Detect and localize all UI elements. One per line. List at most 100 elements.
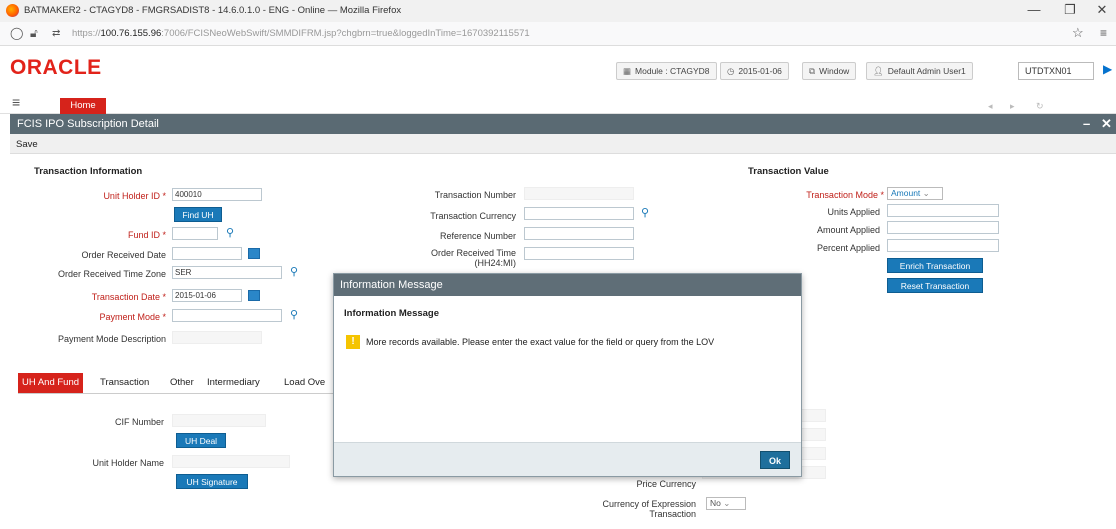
shield-icon[interactable]: ◯ bbox=[10, 26, 23, 40]
maximize-button[interactable]: ❐ bbox=[1058, 2, 1082, 18]
close-form-icon[interactable]: ✕ bbox=[1101, 116, 1112, 132]
user-button[interactable]: 👤︎ Default Admin User1 bbox=[866, 62, 973, 80]
order-received-tz-label: Order Received Time Zone bbox=[57, 269, 166, 279]
fund-id-input[interactable] bbox=[172, 227, 218, 240]
permissions-icon[interactable]: ⇄ bbox=[52, 28, 60, 39]
reference-number-label: Reference Number bbox=[439, 231, 516, 241]
module-button[interactable]: ▦ Module : CTAGYD8 bbox=[616, 62, 717, 80]
transaction-date-label: Transaction Date * bbox=[91, 292, 166, 302]
tab-transaction[interactable]: Transaction bbox=[96, 373, 153, 393]
information-message-dialog: Information Message Information Message … bbox=[333, 273, 802, 477]
cif-number-field bbox=[172, 414, 266, 427]
amount-applied-input[interactable] bbox=[887, 221, 999, 234]
menu-icon[interactable]: ≡ bbox=[1100, 26, 1107, 40]
units-applied-input[interactable] bbox=[887, 204, 999, 217]
order-received-time-input[interactable] bbox=[524, 247, 634, 260]
oracle-logo: ORACLE bbox=[10, 56, 102, 79]
date-button[interactable]: ◷ 2015-01-06 bbox=[720, 62, 789, 80]
price-currency-label: Price Currency bbox=[636, 479, 696, 489]
window-button[interactable]: ⧉ Window bbox=[802, 62, 857, 80]
transaction-number-field bbox=[524, 187, 634, 200]
browser-nav-bar: ◯ 🔓︎ ⇄ https://100.76.155.96:7006/FCISNe… bbox=[0, 22, 1116, 46]
ok-button[interactable]: Ok bbox=[760, 451, 790, 469]
transaction-currency-label: Transaction Currency bbox=[430, 211, 516, 221]
uh-deal-button[interactable]: UH Deal bbox=[176, 433, 226, 448]
refresh-icon[interactable]: ↻ bbox=[1036, 101, 1044, 112]
section-transaction-value: Transaction Value bbox=[748, 166, 829, 177]
percent-applied-input[interactable] bbox=[887, 239, 999, 252]
window-icon: ⧉ bbox=[809, 66, 816, 76]
order-received-time-label: Order Received Time bbox=[430, 248, 516, 258]
tab-home[interactable]: Home bbox=[60, 98, 106, 114]
unit-holder-id-input[interactable]: 400010 bbox=[172, 188, 262, 201]
minimize-button[interactable]: — bbox=[1022, 2, 1046, 17]
amount-applied-label: Amount Applied bbox=[816, 225, 880, 235]
currency-of-expression-sublabel: Transaction bbox=[649, 509, 696, 519]
transaction-number-label: Transaction Number bbox=[434, 190, 516, 200]
payment-mode-label: Payment Mode * bbox=[99, 312, 166, 322]
chevron-down-icon: ⌄ bbox=[922, 188, 930, 198]
payment-mode-description-label: Payment Mode Description bbox=[57, 334, 166, 344]
clock-icon: ◷ bbox=[727, 66, 735, 76]
find-uh-button[interactable]: Find UH bbox=[174, 207, 222, 222]
payment-mode-search-icon[interactable]: ⚲ bbox=[290, 308, 298, 321]
currency-search-icon[interactable]: ⚲ bbox=[641, 206, 649, 219]
bookmark-star-icon[interactable]: ☆ bbox=[1072, 25, 1084, 41]
calendar-icon[interactable] bbox=[248, 290, 260, 301]
transaction-date-input[interactable]: 2015-01-06 bbox=[172, 289, 242, 302]
transaction-mode-label: Transaction Mode * bbox=[806, 190, 884, 200]
warning-icon: ! bbox=[346, 335, 360, 349]
url-bar[interactable]: https://100.76.155.96:7006/FCISNeoWebSwi… bbox=[72, 28, 530, 39]
dialog-message: More records available. Please enter the… bbox=[366, 337, 715, 347]
reference-number-input[interactable] bbox=[524, 227, 634, 240]
transaction-mode-select[interactable]: Amount ⌄ bbox=[887, 187, 943, 200]
order-received-tz-input[interactable]: SER bbox=[172, 266, 282, 279]
uh-signature-button[interactable]: UH Signature bbox=[176, 474, 248, 489]
calendar-icon[interactable] bbox=[248, 248, 260, 259]
tz-search-icon[interactable]: ⚲ bbox=[290, 265, 298, 278]
user-icon: 👤︎ bbox=[873, 66, 884, 76]
tab-load-override[interactable]: Load Ove bbox=[280, 373, 329, 393]
cif-number-label: CIF Number bbox=[114, 417, 164, 427]
unit-holder-id-label: Unit Holder ID * bbox=[103, 191, 166, 201]
close-window-button[interactable]: ✕ bbox=[1090, 2, 1114, 18]
fund-id-label: Fund ID * bbox=[127, 230, 166, 240]
play-icon[interactable]: ▶ bbox=[1103, 62, 1112, 76]
enrich-transaction-button[interactable]: Enrich Transaction bbox=[887, 258, 983, 273]
building-icon: ▦ bbox=[623, 66, 632, 76]
order-received-date-input[interactable] bbox=[172, 247, 242, 260]
firefox-icon bbox=[6, 4, 19, 17]
minimize-form-icon[interactable]: – bbox=[1083, 116, 1090, 131]
tab-next-icon[interactable]: ▸ bbox=[1010, 101, 1015, 112]
save-button[interactable]: Save bbox=[16, 139, 38, 150]
payment-mode-input[interactable] bbox=[172, 309, 282, 322]
hamburger-menu-icon[interactable]: ≡ bbox=[12, 94, 20, 110]
fund-id-search-icon[interactable]: ⚲ bbox=[226, 226, 234, 239]
form-title: FCIS IPO Subscription Detail bbox=[17, 118, 159, 130]
order-received-date-label: Order Received Date bbox=[81, 250, 166, 260]
units-applied-label: Units Applied bbox=[827, 207, 880, 217]
section-transaction-information: Transaction Information bbox=[34, 166, 143, 177]
tab-other[interactable]: Other bbox=[166, 373, 198, 393]
unit-holder-name-field bbox=[172, 455, 290, 468]
unit-holder-name-label: Unit Holder Name bbox=[92, 458, 164, 468]
payment-mode-description-field bbox=[172, 331, 262, 344]
subtab-divider bbox=[18, 393, 338, 394]
dialog-title: Information Message bbox=[344, 308, 440, 319]
tab-row bbox=[0, 88, 1116, 114]
branch-field[interactable]: UTDTXN01 bbox=[1018, 62, 1094, 80]
tab-intermediary[interactable]: Intermediary bbox=[203, 373, 264, 393]
tab-prev-icon[interactable]: ◂ bbox=[988, 101, 993, 112]
lock-icon[interactable]: 🔓︎ bbox=[30, 26, 38, 41]
percent-applied-label: Percent Applied bbox=[816, 243, 880, 253]
dialog-footer bbox=[334, 442, 801, 476]
currency-of-expression-select[interactable]: No ⌄ bbox=[706, 497, 746, 510]
window-title: BATMAKER2 - CTAGYD8 - FMGRSADIST8 - 14.6… bbox=[24, 5, 402, 16]
transaction-currency-input[interactable] bbox=[524, 207, 634, 220]
reset-transaction-button[interactable]: Reset Transaction bbox=[887, 278, 983, 293]
dialog-header: Information Message bbox=[334, 274, 801, 296]
tab-uh-and-fund[interactable]: UH And Fund bbox=[18, 373, 84, 393]
save-bar: Save bbox=[10, 134, 1116, 154]
chevron-down-icon: ⌄ bbox=[723, 498, 731, 508]
browser-title-bar: BATMAKER2 - CTAGYD8 - FMGRSADIST8 - 14.6… bbox=[0, 0, 1116, 22]
